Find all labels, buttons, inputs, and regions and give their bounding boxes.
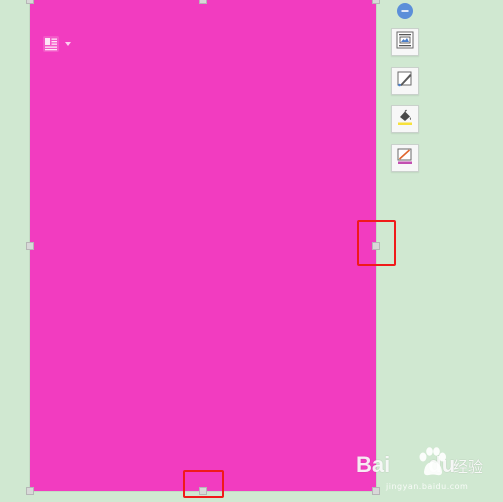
paint-bucket-icon xyxy=(396,108,414,131)
minus-circle-icon[interactable] xyxy=(397,3,413,19)
layout-options-button[interactable] xyxy=(391,28,419,56)
outline-pen-icon xyxy=(396,147,414,170)
outline-button[interactable] xyxy=(391,144,419,172)
resize-handle-bottom-center[interactable] xyxy=(199,487,207,495)
paw-logo-icon xyxy=(414,446,450,480)
pencil-edit-icon xyxy=(396,70,414,93)
watermark-brand-cn: 经验 xyxy=(453,458,484,476)
resize-handle-bottom-left[interactable] xyxy=(26,487,34,495)
resize-handle-top-right[interactable] xyxy=(372,0,380,4)
resize-handle-top-center[interactable] xyxy=(199,0,207,4)
resize-handle-middle-right[interactable] xyxy=(372,242,380,250)
edit-shape-button[interactable] xyxy=(391,67,419,95)
chevron-down-icon[interactable] xyxy=(65,41,71,47)
picture-layout-icon xyxy=(396,31,414,54)
resize-handle-middle-left[interactable] xyxy=(26,242,34,250)
resize-handle-top-left[interactable] xyxy=(26,0,34,4)
fill-button[interactable] xyxy=(391,105,419,133)
watermark-url: jingyan.baidu.com xyxy=(386,482,469,491)
text-wrap-layout-icon[interactable] xyxy=(43,36,59,52)
selected-rectangle-shape[interactable] xyxy=(30,0,376,491)
document-canvas: Bai du 经验 jingyan.baidu.com xyxy=(0,0,503,502)
baidu-watermark: Bai du 经验 jingyan.baidu.com xyxy=(356,446,501,500)
